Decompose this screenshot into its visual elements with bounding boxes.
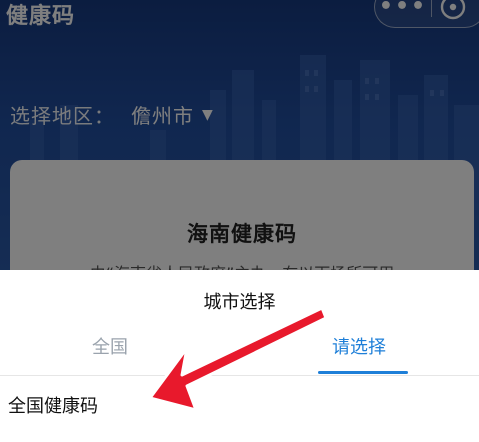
app-screen: 健康码 ••• 选择地区： 儋州市 ▼ 海南健康码 由“海南省人民政府”主办，在… — [0, 0, 479, 442]
tab-please-select[interactable]: 请选择 — [332, 333, 386, 359]
active-tab-indicator — [318, 371, 408, 374]
list-item-national-health-code[interactable]: 全国健康码 — [8, 392, 98, 418]
tab-nationwide[interactable]: 全国 — [92, 333, 128, 359]
city-picker-sheet: 城市选择 全国 请选择 全国健康码 — [0, 270, 479, 442]
sheet-title: 城市选择 — [203, 292, 276, 313]
tab-divider — [0, 375, 479, 376]
